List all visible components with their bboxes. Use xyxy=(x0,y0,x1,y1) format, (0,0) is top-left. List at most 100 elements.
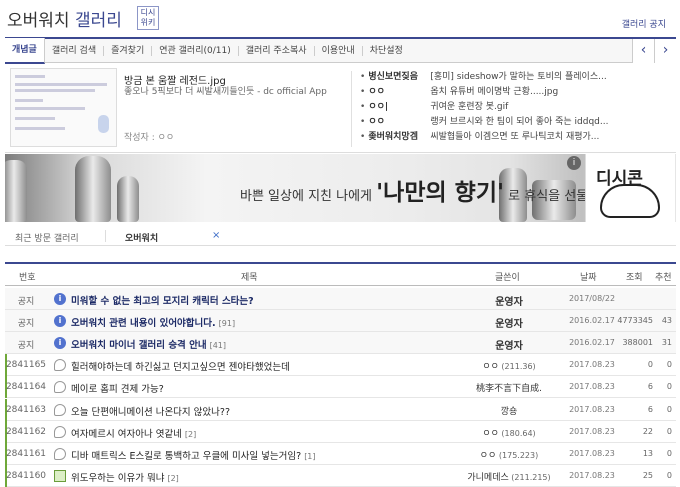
nav-item[interactable]: 개념글 xyxy=(5,38,45,64)
featured-list-gallery: 병신보면짖음 xyxy=(368,72,418,82)
featured-thumbnail[interactable] xyxy=(10,68,117,147)
featured-list-title[interactable]: 랭커 브르시와 한 팀이 되어 좋아 죽는 iddqd... xyxy=(430,117,608,127)
speech-bubble-icon xyxy=(54,425,66,438)
table-row: 2841160 위도우하는 이유가 뭐냐 [2] 가니메데스 (211.215) 201… xyxy=(5,464,676,487)
dccon-banner[interactable]: 디시콘 xyxy=(585,154,675,222)
post-writer[interactable]: 가니메데스 (211.215) xyxy=(463,470,555,483)
post-writer[interactable]: ㅇㅇ (175.223) xyxy=(463,448,555,461)
post-writer[interactable]: 桃李不言下自成. xyxy=(463,381,555,394)
writer-ip: (211.215) xyxy=(508,472,551,482)
col-date: 날짜 xyxy=(580,273,597,283)
post-writer[interactable]: ㅇㅇ (211.36) xyxy=(463,359,555,372)
post-views: 0 xyxy=(647,360,653,370)
comment-count[interactable]: [41] xyxy=(210,341,226,350)
post-recommend: 43 xyxy=(661,316,672,326)
table-row: 2841163 오늘 단편애니메이션 나온다지 않았나?? 깡숑 2017.08.23… xyxy=(5,398,676,421)
recent-label: 최근 방문 갤러리 xyxy=(15,234,79,244)
info-icon: i xyxy=(54,315,66,328)
featured-list-item[interactable]: • ㅇㅇ 랭커 브르시와 한 팀이 되어 좋아 죽는 iddqd... xyxy=(360,115,670,130)
post-number: 공지 xyxy=(17,341,35,352)
dcwiki-badge[interactable]: 디시 위키 xyxy=(137,6,159,30)
featured-list-title[interactable]: 씨발협들아 이겜으면 또 루나틱코치 재평가... xyxy=(430,132,599,142)
post-writer[interactable]: 운영자 xyxy=(463,293,555,308)
featured-list-item[interactable]: • ㅇㅇ 옵치 유튜버 메이명박 근황.....jpg xyxy=(360,85,670,100)
post-writer[interactable]: ㅇㅇ (180.64) xyxy=(463,426,555,439)
nav-item[interactable]: 갤러리 주소복사 xyxy=(239,46,315,56)
dcwiki-badge-label: 디시 위키 xyxy=(140,8,156,27)
featured-list-title[interactable]: [홍미] sideshow가 말하는 토비의 플레이스... xyxy=(430,72,606,82)
info-icon: i xyxy=(54,293,66,305)
featured-list-gallery: 좆버워치망겜 xyxy=(368,132,418,142)
nav-item[interactable]: 이용안내 xyxy=(315,46,363,56)
bullet-icon: • xyxy=(360,87,366,97)
post-title[interactable]: 위도우하는 이유가 뭐냐 [2] xyxy=(71,470,461,484)
ad-banner[interactable]: 바쁜 일상에 지친 나에게 '나만의 향기' 로 휴식을 선물하세요! i 디시… xyxy=(5,154,676,222)
col-views: 조회 xyxy=(626,273,643,283)
post-title[interactable]: 미워할 수 없는 최고의 모지리 캐릭터 스타는? xyxy=(71,293,461,307)
post-date: 2017.08.23 xyxy=(569,426,615,436)
table-row: 공지 i 오버워치 관련 내용이 있어야합니다. [91] 운영자 2016.02.17 4… xyxy=(5,310,676,333)
post-date: 2016.02.17 xyxy=(569,316,615,326)
post-recommend: 0 xyxy=(666,382,672,392)
post-title[interactable]: 오버워치 마이너 갤러리 승격 안내 [41] xyxy=(71,337,461,351)
post-date: 2017/08/22 xyxy=(568,294,616,303)
bullet-icon: • xyxy=(360,72,366,82)
post-writer[interactable]: 운영자 xyxy=(463,337,555,352)
nav-item[interactable]: 즐겨찾기 xyxy=(104,46,153,56)
col-recommend: 추천 xyxy=(655,273,672,283)
comment-count[interactable]: [1] xyxy=(304,452,315,461)
post-title[interactable]: 디바 매트릭스 E스킬로 통백하고 우클에 미사일 넣는거임? [1] xyxy=(71,448,461,462)
post-writer[interactable]: 운영자 xyxy=(463,315,555,330)
post-date: 2017.08.23 xyxy=(569,382,615,392)
featured-author-label: 작성자 : xyxy=(124,133,155,143)
post-title[interactable]: 힐러해야하는데 하긴싫고 던지고싶으면 젠야타했었는데 xyxy=(71,359,461,373)
featured-list: • 병신보면짖음 [홍미] sideshow가 말하는 토비의 플레이스... • ㅇㅇ… xyxy=(360,70,670,145)
nav-item[interactable]: 갤러리 검색 xyxy=(45,46,105,56)
post-title[interactable]: 오버워치 관련 내용이 있어야합니다. [91] xyxy=(71,315,461,329)
post-number: 2841165 xyxy=(5,360,47,371)
post-writer[interactable]: 깡숑 xyxy=(463,404,555,417)
featured-title[interactable]: 방금 본 움짤 레전드.jpg xyxy=(124,72,226,87)
post-title[interactable]: 메이로 홈피 견제 가능? xyxy=(71,381,461,395)
col-writer: 글쓴이 xyxy=(495,273,520,283)
recent-galleries: 최근 방문 갤러리 오버워치 × xyxy=(5,226,676,246)
col-number: 번호 xyxy=(19,273,36,283)
banner-text-big: '나만의 향기' xyxy=(376,180,505,206)
nav-item[interactable]: 차단설정 xyxy=(363,46,410,56)
post-title[interactable]: 여자메르시 여자아나 엿같네 [2] xyxy=(71,426,461,440)
recent-gallery-link[interactable]: 오버워치 xyxy=(125,231,158,244)
post-date: 2017.08.23 xyxy=(569,448,615,458)
featured-list-item[interactable]: • 병신보면짖음 [홍미] sideshow가 말하는 토비의 플레이스... xyxy=(360,70,670,85)
nav-item[interactable]: 연관 갤러리(0/11) xyxy=(152,46,239,56)
post-title[interactable]: 오늘 단편애니메이션 나온다지 않았나?? xyxy=(71,404,461,418)
comment-count[interactable]: [91] xyxy=(219,319,235,328)
post-recommend: 0 xyxy=(666,426,672,436)
bullet-icon: • xyxy=(360,132,366,142)
post-views: 6 xyxy=(647,404,653,414)
featured-list-gallery: ㅇㅇ xyxy=(368,117,385,127)
table-row: 2841161 디바 매트릭스 E스킬로 통백하고 우클에 미사일 넣는거임? [1… xyxy=(5,442,676,465)
table-row: 2841162 여자메르시 여자아나 엿같네 [2] ㅇㅇ (180.64) 2017.… xyxy=(5,420,676,443)
comment-count[interactable]: [2] xyxy=(167,474,178,483)
featured-list-item[interactable]: • 좆버워치망겜 씨발협들아 이겜으면 또 루나틱코치 재평가... xyxy=(360,130,670,145)
post-recommend: 31 xyxy=(661,338,672,348)
chevron-right-icon[interactable]: › xyxy=(654,39,676,63)
featured-list-gallery: ㅇㅇ| xyxy=(368,102,389,112)
featured-list-title[interactable]: 옵치 유튜버 메이명박 근황.....jpg xyxy=(430,87,558,97)
close-icon[interactable]: × xyxy=(212,230,220,241)
writer-ip: (175.223) xyxy=(496,450,539,460)
comment-count[interactable]: [2] xyxy=(185,430,196,439)
post-date: 2017.08.23 xyxy=(569,360,615,370)
post-views: 4773345 xyxy=(617,316,653,326)
info-icon[interactable]: i xyxy=(567,156,581,170)
gallery-notice-link[interactable]: 갤러리 공지 xyxy=(622,17,666,30)
featured-list-item[interactable]: • ㅇㅇ| 귀여운 훈련장 봇.gif xyxy=(360,100,670,115)
table-header: 번호 제목 글쓴이 날짜 조회 추천 xyxy=(5,262,676,286)
post-recommend: 0 xyxy=(666,360,672,370)
banner-text: 바쁜 일상에 지친 나에게 '나만의 향기' 로 휴식을 선물하세요! xyxy=(240,173,629,207)
post-number: 2841160 xyxy=(5,470,47,481)
featured-list-title[interactable]: 귀여운 훈련장 봇.gif xyxy=(430,102,508,112)
chevron-left-icon[interactable]: ‹ xyxy=(632,39,654,63)
gallery-title-sub: 갤러리 xyxy=(74,11,122,31)
gallery-title[interactable]: 오버워치 갤러리 xyxy=(7,6,122,31)
